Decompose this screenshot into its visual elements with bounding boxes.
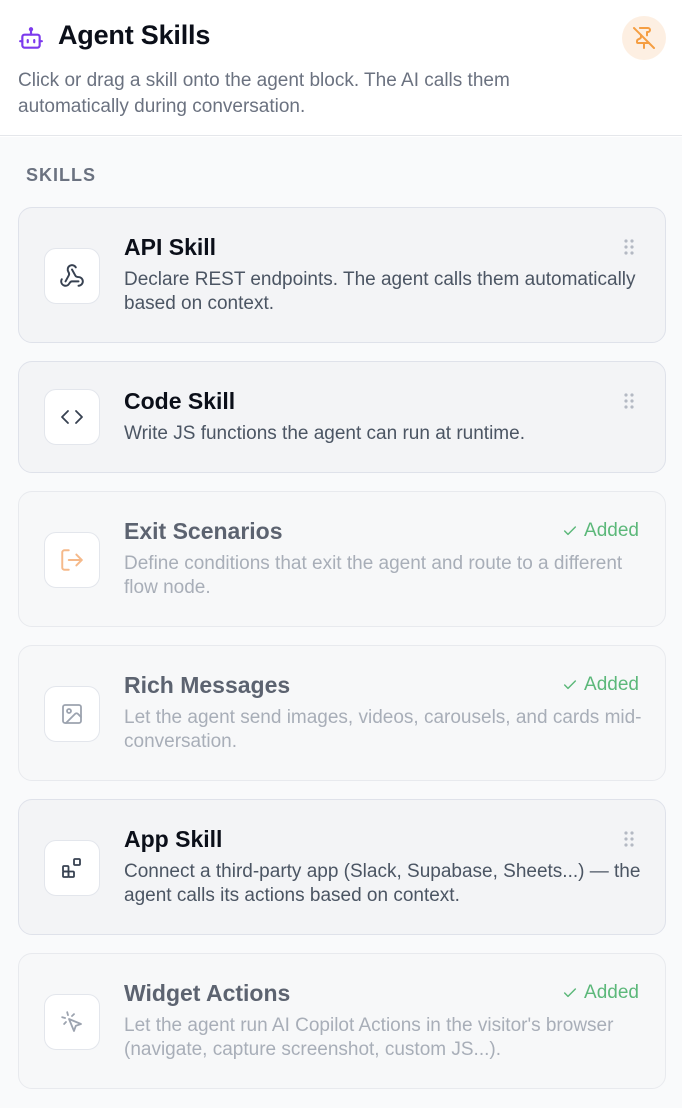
check-icon (563, 988, 577, 998)
robot-icon (19, 27, 43, 49)
page-title: Agent Skills (58, 20, 211, 50)
skill-card-widget-actions[interactable]: Widget Actions Let the agent run AI Copi… (18, 953, 666, 1089)
added-badge: Added (562, 982, 639, 1004)
apps-icon (62, 858, 81, 878)
check-icon (563, 526, 577, 536)
skill-description: Define conditions that exit the agent an… (124, 553, 623, 598)
code-icon (61, 410, 83, 424)
added-label: Added (584, 982, 639, 1003)
skill-card-exit-scenarios[interactable]: Exit Scenarios Define conditions that ex… (18, 491, 666, 627)
pin-off-icon (633, 27, 655, 49)
page-description: Click or drag a skill onto the agent blo… (18, 70, 510, 117)
skill-icon-box (44, 994, 100, 1050)
skill-title: Exit Scenarios (124, 518, 283, 544)
unpin-button[interactable] (622, 16, 666, 60)
skill-icon-box (44, 686, 100, 742)
skill-icon-box (44, 840, 100, 896)
added-label: Added (584, 674, 639, 695)
skill-card-app[interactable]: App Skill Connect a third-party app (Sla… (18, 799, 666, 935)
check-icon (563, 680, 577, 690)
skill-icon-box (44, 248, 100, 304)
skill-title: App Skill (124, 826, 223, 852)
drag-handle-icon[interactable] (623, 392, 635, 410)
webhook-icon (60, 264, 84, 287)
cursor-click-icon (61, 1011, 82, 1032)
skill-description: Declare REST endpoints. The agent calls … (124, 269, 636, 314)
skill-description: Let the agent send images, videos, carou… (124, 707, 642, 752)
panel-header: Agent Skills Click or drag a skill onto … (0, 0, 682, 136)
skill-title: API Skill (124, 234, 217, 260)
skills-panel: SKILLS API Skill Declare REST endpoints.… (0, 137, 682, 1108)
drag-handle-icon[interactable] (623, 238, 635, 256)
drag-handle-icon[interactable] (623, 830, 635, 848)
skill-title: Rich Messages (124, 672, 291, 698)
skill-icon-box (44, 532, 100, 588)
skill-description: Connect a third-party app (Slack, Supaba… (124, 861, 641, 906)
skill-description: Let the agent run AI Copilot Actions in … (124, 1015, 614, 1060)
skill-card-api[interactable]: API Skill Declare REST endpoints. The ag… (18, 207, 666, 343)
added-label: Added (584, 520, 639, 541)
skill-title: Code Skill (124, 388, 236, 414)
added-badge: Added (562, 520, 639, 542)
skill-card-rich-messages[interactable]: Rich Messages Let the agent send images,… (18, 645, 666, 781)
skill-icon-box (44, 389, 100, 445)
skill-card-code[interactable]: Code Skill Write JS functions the agent … (18, 361, 666, 473)
skill-description: Write JS functions the agent can run at … (124, 423, 525, 444)
exit-icon (61, 549, 83, 571)
section-title: SKILLS (26, 165, 97, 185)
image-icon (62, 704, 82, 724)
skill-title: Widget Actions (124, 980, 291, 1006)
added-badge: Added (562, 674, 639, 696)
